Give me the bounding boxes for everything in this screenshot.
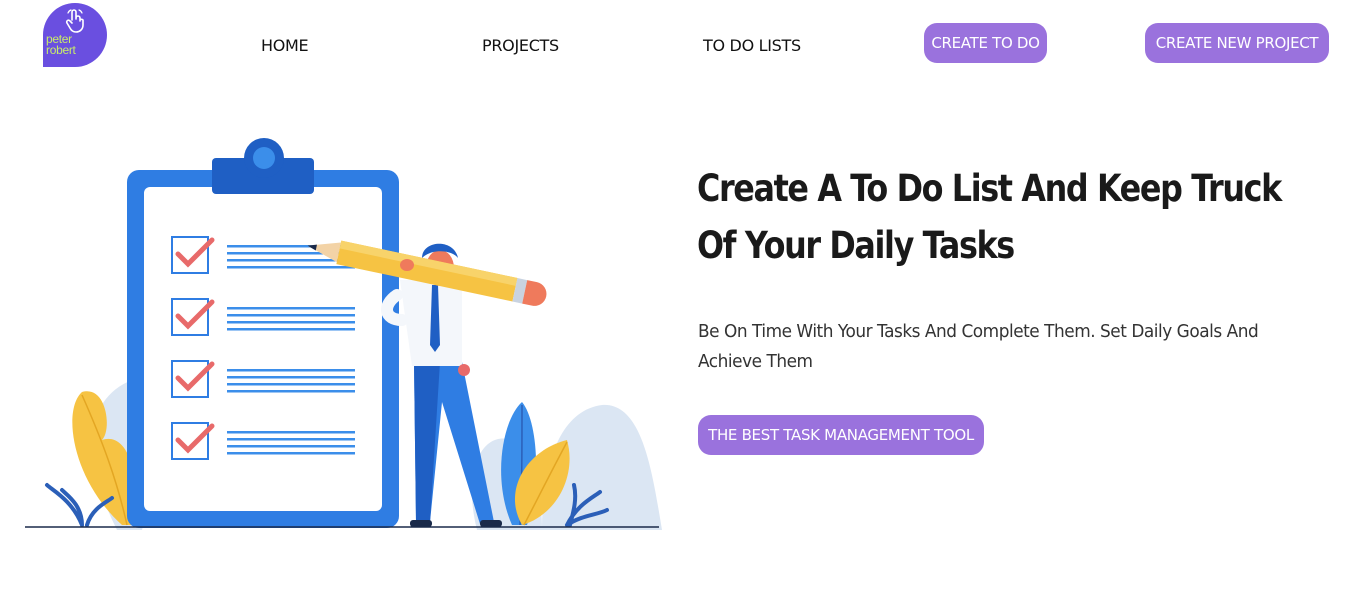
- person-hand: [400, 259, 414, 271]
- hero-title: Create A To Do List And Keep Truck Of Yo…: [697, 167, 1282, 267]
- logo-line-2: robert: [46, 43, 76, 57]
- nav-home[interactable]: HOME: [261, 36, 309, 55]
- best-task-tool-button[interactable]: THE BEST TASK MANAGEMENT TOOL: [698, 415, 984, 455]
- hand-pointer-icon: [65, 9, 84, 33]
- create-todo-button[interactable]: CREATE TO DO: [924, 23, 1047, 63]
- logo[interactable]: peter robert: [43, 3, 107, 67]
- clipboard: [127, 138, 399, 528]
- hero-illustration: [25, 138, 662, 530]
- nav-projects[interactable]: PROJECTS: [482, 36, 559, 55]
- create-project-button[interactable]: CREATE NEW PROJECT: [1145, 23, 1329, 63]
- nav-todo-lists[interactable]: TO DO LISTS: [703, 36, 801, 55]
- hero-subtitle: Be On Time With Your Tasks And Complete …: [698, 321, 1259, 372]
- logo-text: peter robert: [46, 33, 96, 57]
